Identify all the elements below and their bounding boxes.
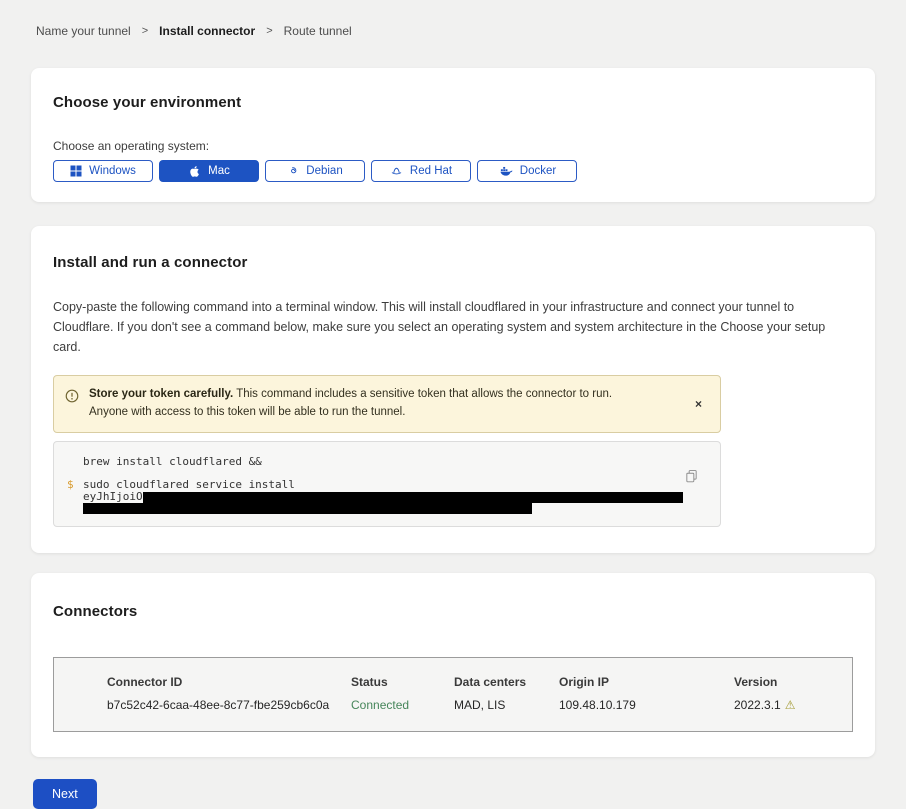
os-button-label: Windows bbox=[89, 165, 136, 177]
version-value: 2022.3.1⚠ bbox=[734, 698, 842, 712]
os-button-label: Docker bbox=[520, 165, 556, 177]
os-button-label: Debian bbox=[306, 165, 342, 177]
breadcrumb-name-your-tunnel[interactable]: Name your tunnel bbox=[36, 24, 131, 38]
copy-icon[interactable] bbox=[685, 469, 698, 486]
close-icon[interactable]: × bbox=[689, 396, 708, 412]
warning-banner-text: Store your token carefully. This command… bbox=[89, 386, 649, 422]
token-prefix: eyJhIjoiO bbox=[83, 490, 143, 503]
breadcrumb-install-connector[interactable]: Install connector bbox=[159, 24, 255, 38]
column-header-status: Status bbox=[351, 675, 454, 689]
connectors-table: Connector ID Status Data centers Origin … bbox=[53, 657, 853, 732]
os-select-label: Choose an operating system: bbox=[53, 139, 853, 153]
column-header-origin-ip: Origin IP bbox=[559, 675, 734, 689]
data-centers-value: MAD, LIS bbox=[454, 698, 559, 712]
code-block: brew install cloudflared && $ sudo cloud… bbox=[53, 441, 721, 527]
redhat-icon bbox=[390, 165, 403, 178]
breadcrumb-separator: > bbox=[266, 25, 272, 37]
os-button-group: Windows Mac Debian Red Hat Docker bbox=[53, 160, 853, 182]
column-header-version: Version bbox=[734, 675, 842, 689]
os-button-redhat[interactable]: Red Hat bbox=[371, 160, 471, 182]
windows-icon bbox=[70, 165, 82, 177]
install-connector-card: Install and run a connector Copy-paste t… bbox=[31, 226, 875, 553]
column-header-data-centers: Data centers bbox=[454, 675, 559, 689]
table-row: Connector ID Status Data centers Origin … bbox=[107, 675, 842, 712]
redacted-token-bar bbox=[143, 492, 683, 503]
code-line-sudo: sudo cloudflared service install bbox=[83, 478, 720, 491]
install-card-title: Install and run a connector bbox=[53, 254, 853, 271]
connectors-card: Connectors Connector ID Status Data cent… bbox=[31, 573, 875, 757]
os-button-debian[interactable]: Debian bbox=[265, 160, 365, 182]
token-warning-banner: Store your token carefully. This command… bbox=[53, 375, 721, 433]
docker-icon bbox=[498, 165, 513, 177]
os-button-docker[interactable]: Docker bbox=[477, 160, 577, 182]
warning-triangle-icon: ⚠ bbox=[785, 698, 796, 712]
column-header-connector-id: Connector ID bbox=[107, 675, 351, 689]
breadcrumb-separator: > bbox=[142, 25, 148, 37]
shell-prompt: $ bbox=[67, 478, 74, 491]
install-card-description: Copy-paste the following command into a … bbox=[53, 297, 853, 357]
environment-card: Choose your environment Choose an operat… bbox=[31, 68, 875, 202]
environment-card-title: Choose your environment bbox=[53, 94, 853, 111]
os-button-windows[interactable]: Windows bbox=[53, 160, 153, 182]
code-line-brew: brew install cloudflared && bbox=[83, 455, 720, 468]
connectors-card-title: Connectors bbox=[53, 603, 853, 620]
warning-banner-bold: Store your token carefully. bbox=[89, 388, 233, 400]
next-button[interactable]: Next bbox=[33, 779, 97, 809]
os-button-mac[interactable]: Mac bbox=[159, 160, 259, 182]
alert-circle-icon bbox=[65, 389, 79, 408]
debian-icon bbox=[287, 165, 299, 177]
redacted-token-bar bbox=[83, 503, 532, 514]
status-badge: Connected bbox=[351, 698, 454, 712]
apple-icon bbox=[188, 165, 201, 178]
os-button-label: Mac bbox=[208, 165, 230, 177]
breadcrumb: Name your tunnel > Install connector > R… bbox=[0, 0, 906, 38]
origin-ip-value: 109.48.10.179 bbox=[559, 698, 734, 712]
connector-id-value: b7c52c42-6caa-48ee-8c77-fbe259cb6c0a bbox=[107, 698, 351, 712]
os-button-label: Red Hat bbox=[410, 165, 452, 177]
breadcrumb-route-tunnel[interactable]: Route tunnel bbox=[284, 24, 352, 38]
